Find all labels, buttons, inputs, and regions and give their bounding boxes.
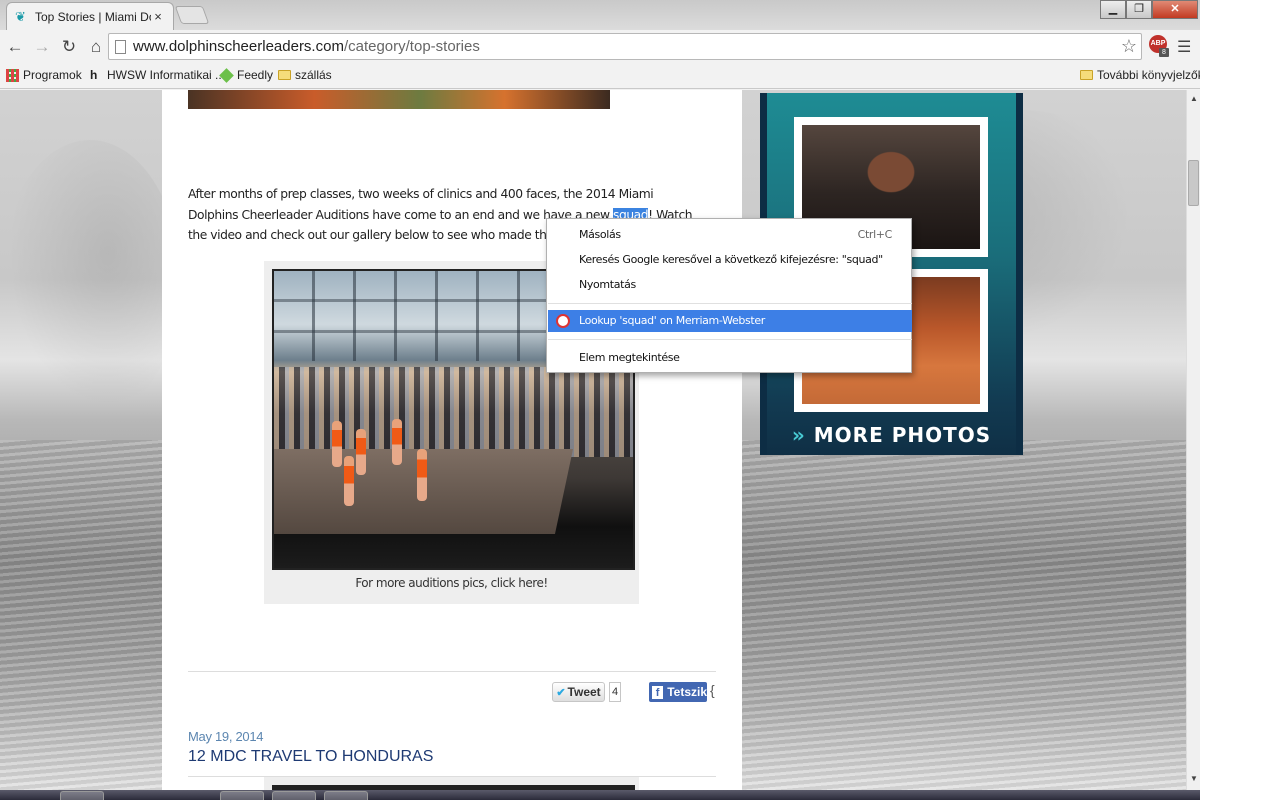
taskbar-button[interactable]	[60, 791, 104, 800]
desktop-margin	[1200, 0, 1280, 800]
apps-icon	[6, 68, 19, 82]
bookmark-hwsw[interactable]: h HWSW Informatikai ...	[90, 68, 225, 82]
bookmark-feedly[interactable]: Feedly	[219, 67, 274, 83]
menu-separator	[548, 339, 912, 340]
photo-dancer	[392, 419, 402, 465]
context-menu: Másolás Ctrl+C Keresés Google keresővel …	[546, 218, 912, 373]
maximize-button[interactable]: ❐	[1126, 0, 1152, 19]
palm-shadow-left	[0, 140, 180, 420]
photo-dancer	[356, 429, 366, 475]
back-icon[interactable]: ←	[3, 35, 27, 59]
title-bar: ❦ Top Stories | Miami Dolph × ▁ ❐ ✕	[0, 0, 1200, 30]
other-bookmarks[interactable]: További könyvjelzők	[1080, 68, 1200, 82]
menu-item-inspect[interactable]: Elem megtekintése	[548, 347, 912, 369]
menu-separator	[548, 303, 912, 304]
folder-icon	[278, 70, 291, 80]
facebook-icon: f	[652, 685, 664, 699]
menu-item-label: Lookup 'squad' on Merriam-Webster	[579, 314, 765, 327]
bookmark-label: szállás	[295, 68, 332, 82]
feedly-icon	[219, 67, 234, 83]
bookmark-label: HWSW Informatikai ...	[107, 68, 226, 82]
page-icon	[115, 39, 126, 54]
menu-icon[interactable]: ☰	[1177, 37, 1191, 57]
facebook-like-label: Tetszik	[667, 685, 707, 699]
double-arrow-icon: »	[791, 423, 806, 447]
photo-dancer	[332, 421, 342, 467]
taskbar-button[interactable]	[272, 791, 316, 800]
window-controls: ▁ ❐ ✕	[1100, 0, 1198, 19]
tab-top-stories[interactable]: ❦ Top Stories | Miami Dolph ×	[6, 2, 174, 30]
tab-close-icon[interactable]: ×	[151, 9, 165, 24]
bookmarks-bar: Programok h HWSW Informatikai ... Feedly…	[0, 63, 1200, 89]
scroll-thumb[interactable]	[1188, 160, 1199, 206]
folder-icon	[1080, 70, 1093, 80]
hwsw-icon: h	[90, 67, 98, 82]
menu-item-google-search[interactable]: Keresés Google keresővel a következő kif…	[548, 249, 912, 271]
post-title-link[interactable]: 12 MDC TRAVEL TO HONDURAS	[188, 748, 433, 766]
vertical-scrollbar[interactable]: ▲ ▼	[1186, 90, 1200, 790]
figure-caption[interactable]: For more auditions pics, click here!	[264, 576, 639, 590]
scroll-up-arrow-icon[interactable]: ▲	[1190, 94, 1198, 103]
scroll-down-arrow-icon[interactable]: ▼	[1190, 774, 1198, 783]
page-viewport: After months of prep classes, two weeks …	[0, 90, 1186, 800]
twitter-bird-icon: ✔	[556, 686, 566, 699]
menu-item-merriam-webster-lookup[interactable]: Lookup 'squad' on Merriam-Webster	[548, 310, 912, 332]
bookmark-star-icon[interactable]: ☆	[1121, 36, 1137, 57]
menu-item-label: Nyomtatás	[579, 278, 636, 291]
screen: ❦ Top Stories | Miami Dolph × ▁ ❐ ✕ ← → …	[0, 0, 1280, 800]
facebook-count-bracket: {	[710, 682, 715, 698]
menu-item-copy[interactable]: Másolás Ctrl+C	[548, 224, 912, 246]
url-host: www.dolphinscheerleaders.com	[133, 38, 344, 55]
taskbar-button[interactable]	[324, 791, 368, 800]
previous-post-image[interactable]	[188, 90, 610, 109]
other-bookmarks-label: További könyvjelzők	[1097, 68, 1200, 82]
divider	[188, 671, 716, 672]
bookmark-label: Programok	[23, 68, 82, 82]
dolphin-favicon-icon: ❦	[15, 8, 26, 24]
post-date: May 19, 2014	[188, 729, 264, 744]
reload-icon[interactable]: ↻	[57, 35, 81, 59]
facebook-like-button[interactable]: f Tetszik	[649, 682, 707, 702]
taskbar-button[interactable]	[220, 791, 264, 800]
browser-window: ❦ Top Stories | Miami Dolph × ▁ ❐ ✕ ← → …	[0, 0, 1200, 800]
close-window-button[interactable]: ✕	[1152, 0, 1198, 19]
bookmark-label: Feedly	[237, 68, 274, 82]
more-photos-link[interactable]: » MORE PHOTOS	[760, 423, 1023, 447]
url-path: /category/top-stories	[343, 38, 480, 55]
minimize-button[interactable]: ▁	[1100, 0, 1126, 19]
menu-item-label: Keresés Google keresővel a következő kif…	[579, 253, 883, 266]
tweet-button[interactable]: ✔ Tweet	[552, 682, 605, 702]
forward-icon[interactable]: →	[30, 35, 54, 59]
home-icon[interactable]: ⌂	[84, 35, 108, 59]
address-bar[interactable]: www.dolphinscheerleaders.com/category/to…	[108, 33, 1142, 60]
photo-dancer	[344, 456, 354, 506]
os-taskbar	[0, 790, 1200, 800]
tweet-count: 4	[609, 682, 621, 702]
more-photos-label: MORE PHOTOS	[813, 423, 992, 447]
photo-crowd	[274, 367, 633, 457]
new-tab-button[interactable]	[174, 6, 210, 24]
menu-item-label: Elem megtekintése	[579, 351, 680, 364]
menu-item-print[interactable]: Nyomtatás	[548, 274, 912, 296]
main-content: After months of prep classes, two weeks …	[162, 90, 742, 800]
navigation-toolbar: ← → ↻ ⌂ www.dolphinscheerleaders.com/cat…	[0, 30, 1200, 63]
photo-dancer	[417, 449, 427, 501]
bookmark-programok[interactable]: Programok	[6, 68, 82, 82]
tweet-label: Tweet	[567, 685, 601, 699]
adblock-count-badge: 8	[1159, 48, 1169, 57]
article-text-before: After months of prep classes, two weeks …	[188, 187, 654, 222]
tab-title: Top Stories | Miami Dolph	[35, 9, 151, 24]
menu-item-label: Másolás	[579, 228, 621, 241]
bookmark-szallas[interactable]: szállás	[278, 68, 332, 82]
merriam-webster-icon	[556, 314, 570, 328]
widget-border	[1016, 93, 1023, 455]
shortcut-label: Ctrl+C	[857, 228, 893, 241]
